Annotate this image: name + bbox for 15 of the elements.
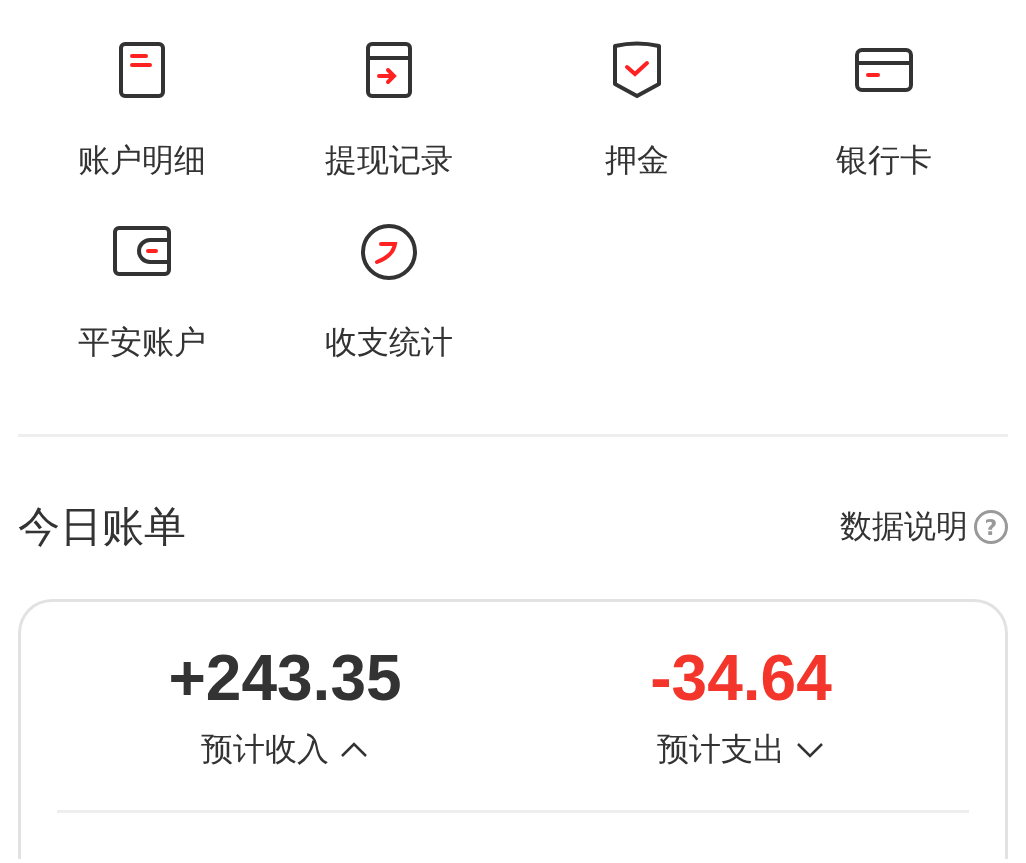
shortcut-label[interactable]: 押金	[604, 140, 669, 180]
circle-curve-icon[interactable]	[359, 222, 420, 282]
shortcut-label[interactable]: 银行卡	[836, 140, 933, 180]
caret-icon[interactable]	[339, 741, 369, 759]
amount-label: 预计收入	[201, 729, 329, 770]
caret-icon[interactable]	[795, 741, 825, 759]
shortcut-label[interactable]: 收支统计	[325, 322, 454, 362]
section-title: 今日账单	[18, 501, 186, 553]
amount-value: -34.64	[650, 642, 832, 714]
amount-label: 预计支出	[657, 729, 785, 770]
shortcut-label[interactable]: 平安账户	[77, 322, 206, 362]
data-info-link[interactable]: 数据说明	[840, 505, 968, 549]
amount-value: +243.35	[168, 642, 402, 714]
shortcut-label[interactable]: 账户明细	[77, 140, 206, 180]
shortcut-label[interactable]: 提现记录	[325, 140, 454, 180]
